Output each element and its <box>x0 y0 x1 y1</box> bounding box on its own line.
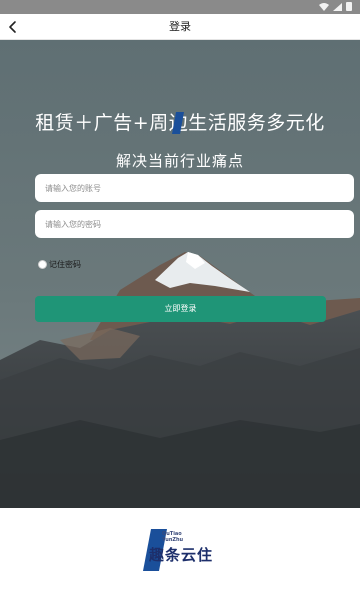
hero-subslogan: 解决当前行业痛点 <box>115 152 244 170</box>
account-input[interactable] <box>35 174 354 202</box>
wifi-icon <box>319 2 329 11</box>
battery-icon <box>346 2 352 11</box>
page-title: 登录 <box>169 20 191 33</box>
brand-logo-small-line2: YunZhu <box>162 537 184 543</box>
status-bar <box>0 0 360 14</box>
password-input[interactable] <box>35 210 354 238</box>
signal-icon <box>333 2 342 11</box>
app-header: 登录 <box>0 14 360 40</box>
brand-logo-text: 趣条云住 <box>149 546 214 564</box>
radio-icon[interactable] <box>38 260 47 269</box>
status-icons <box>319 2 352 11</box>
remember-password-toggle[interactable]: 记住密码 <box>38 259 81 270</box>
login-button[interactable]: 立即登录 <box>35 296 326 322</box>
brand-logo-small-text: QuTiao YunZhu <box>162 531 183 543</box>
remember-password-label: 记住密码 <box>49 260 81 269</box>
brand-mark-icon <box>172 112 184 134</box>
